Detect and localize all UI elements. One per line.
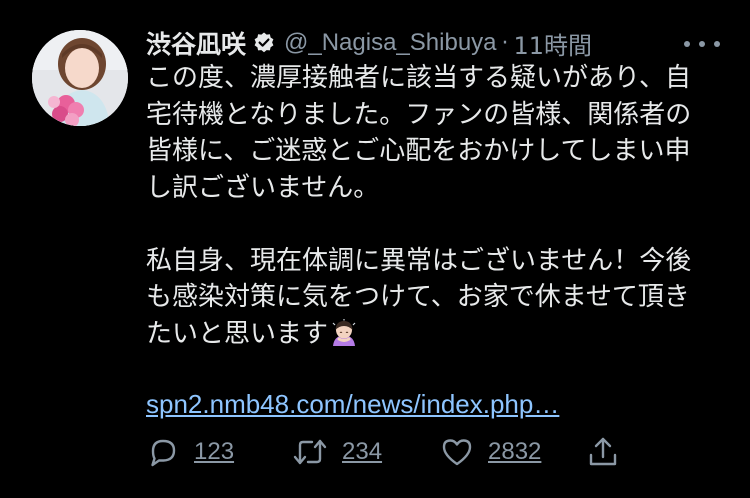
tweet-line-last: たいと思います	[146, 316, 726, 353]
retweet-button[interactable]: 234	[292, 432, 382, 472]
like-count[interactable]: 2832	[488, 438, 541, 466]
more-dot	[714, 41, 720, 47]
more-dot	[699, 41, 705, 47]
reply-button[interactable]: 123	[146, 432, 234, 472]
tweet-line: 皆様に、ご迷惑とご心配をおかけしてしまい申	[146, 136, 691, 166]
tweet[interactable]: 渋谷凪咲 @_Nagisa_Shibuya · 11時間 この度、濃厚接触者に該…	[0, 0, 750, 498]
profile-photo-icon[interactable]	[32, 30, 128, 126]
retweet-icon	[292, 435, 328, 469]
retweet-count[interactable]: 234	[342, 438, 382, 466]
more-dot	[684, 41, 690, 47]
person-bowing-emoji	[330, 318, 358, 347]
tweet-line: し訳ございません。	[146, 172, 380, 203]
tweet-line: 宅待機となりました。ファンの皆様、関係者の	[146, 99, 692, 130]
reply-count[interactable]: 123	[194, 438, 234, 466]
tweet-link[interactable]: spn2.nmb48.com/news/index.php…	[146, 386, 559, 422]
user-handle[interactable]: @_Nagisa_Shibuya	[284, 29, 497, 57]
action-bar: 123 234 2832	[146, 432, 626, 472]
like-button[interactable]: 2832	[440, 432, 541, 472]
heart-icon	[440, 435, 474, 469]
display-name[interactable]: 渋谷凪咲	[146, 25, 246, 61]
tweet-text: この度、濃厚接触者に該当する疑いがあり、自 宅待機となりました。ファンの皆様、関…	[146, 60, 726, 352]
share-button[interactable]	[586, 432, 620, 472]
tweet-header: 渋谷凪咲 @_Nagisa_Shibuya · 11時間	[146, 26, 592, 60]
tweet-line: も感染対策に気をつけて、お家で休ませて頂き	[146, 282, 690, 312]
verified-badge-icon	[252, 31, 276, 55]
share-icon	[586, 435, 620, 469]
tweet-line: この度、濃厚接触者に該当する疑いがあり、自	[146, 63, 691, 93]
tweet-line: 私自身、現在体調に異常はございません！今後	[146, 245, 692, 276]
more-options-icon[interactable]	[684, 34, 720, 54]
separator-dot: ·	[501, 30, 509, 56]
reply-icon	[146, 435, 180, 469]
timestamp[interactable]: 11時間	[514, 26, 593, 61]
tweet-line-text: たいと思います	[146, 318, 329, 349]
